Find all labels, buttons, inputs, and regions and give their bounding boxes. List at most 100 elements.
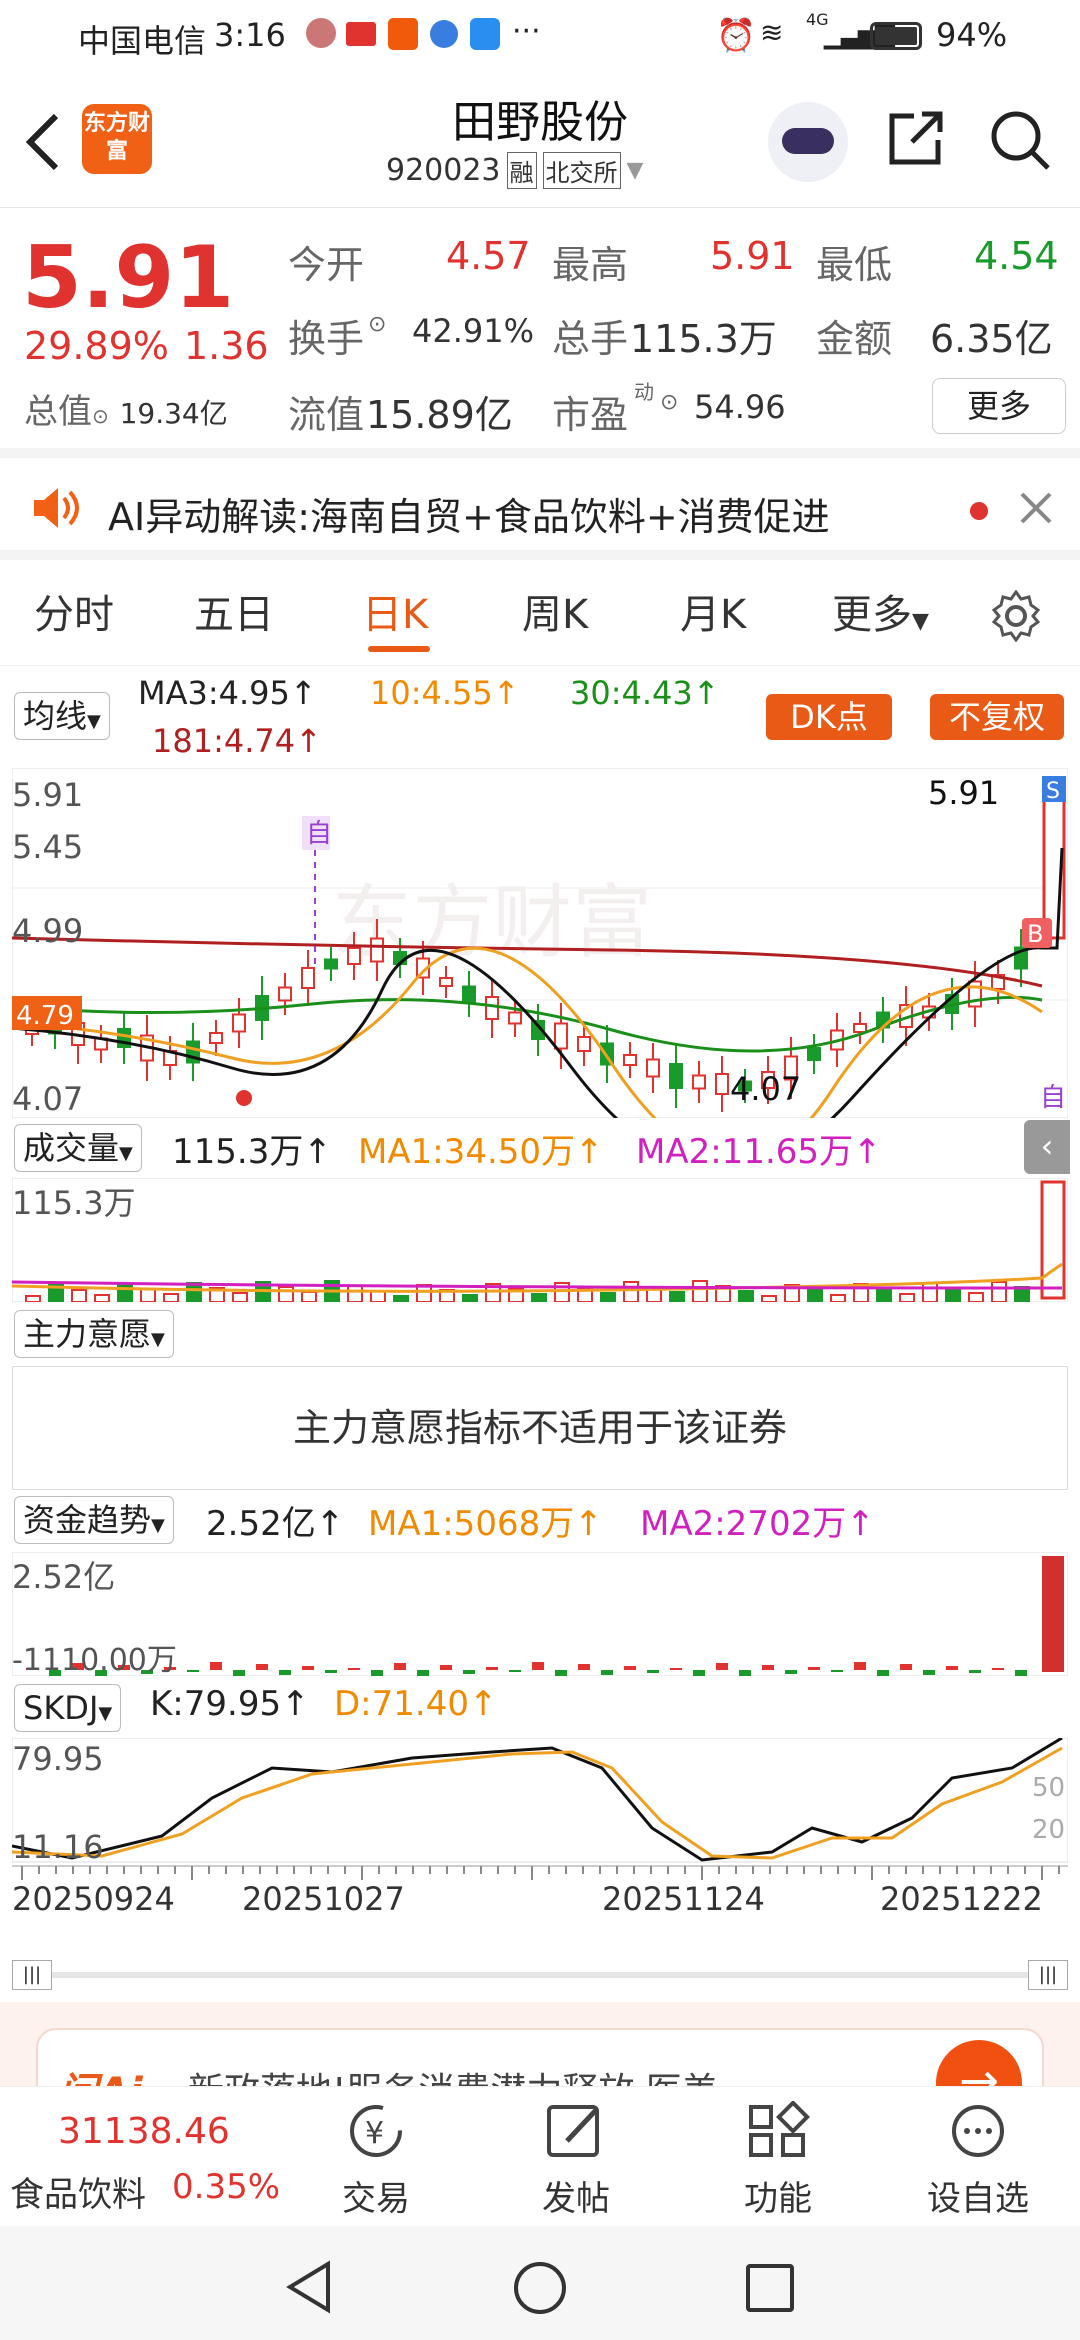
fund-bar bbox=[256, 1664, 268, 1670]
date-label: 20251222 bbox=[880, 1880, 1043, 1918]
volume-bar bbox=[830, 1294, 846, 1302]
dropdown-icon: ▼ bbox=[626, 158, 644, 183]
margin-tag: 融 bbox=[506, 152, 537, 189]
unread-dot bbox=[970, 502, 988, 520]
date-label: 20251027 bbox=[242, 1880, 405, 1918]
collapse-panel-button[interactable]: ‹ bbox=[1024, 1120, 1070, 1174]
more-notifications-icon: ··· bbox=[512, 14, 541, 49]
wifi-icon: ≋ bbox=[760, 16, 784, 49]
low-label: 最低 bbox=[816, 243, 893, 287]
fund-bar bbox=[624, 1666, 636, 1670]
promo-area: 问Ai 新政落地!服务消费潜力释放,医美… → bbox=[0, 2002, 1080, 2086]
indicator-select[interactable]: 均线▼ bbox=[14, 692, 110, 740]
stock-code-row[interactable]: 920023 融 北交所 ▼ bbox=[386, 152, 643, 189]
volume-select[interactable]: 成交量▼ bbox=[14, 1124, 142, 1172]
ai-robot-icon[interactable] bbox=[768, 102, 848, 182]
caret-icon: ▼ bbox=[119, 1143, 133, 1164]
fund-bar bbox=[302, 1666, 314, 1670]
date-label: 20251124 bbox=[602, 1880, 765, 1918]
share-icon[interactable] bbox=[884, 108, 946, 170]
main-force-message: 主力意愿指标不适用于该证券 bbox=[12, 1366, 1068, 1490]
stock-code: 920023 bbox=[386, 153, 501, 188]
info-icon: ⊙ bbox=[92, 404, 109, 428]
volume-bar bbox=[600, 1292, 616, 1302]
tab-more[interactable]: 更多▼ bbox=[832, 582, 929, 640]
tab-five-day[interactable]: 五日 bbox=[194, 582, 274, 640]
tab-intraday[interactable]: 分时 bbox=[34, 582, 114, 640]
range-slider[interactable]: ||| ||| bbox=[12, 1960, 1068, 1990]
fund-bar bbox=[923, 1670, 935, 1675]
fund-bar bbox=[532, 1662, 544, 1670]
fund-bar bbox=[785, 1670, 797, 1674]
chevron-left-icon: ‹ bbox=[1040, 1127, 1054, 1165]
more-button[interactable]: 更多 bbox=[932, 378, 1066, 434]
fund-trend-ma2: MA2:2702万↑ bbox=[640, 1504, 875, 1544]
close-icon[interactable] bbox=[1018, 490, 1054, 526]
kline-chart[interactable]: 东方财富 自 4.79 S B 自 5.91 5.45 4.99 4.07 5.… bbox=[12, 768, 1068, 1118]
main-force-select[interactable]: 主力意愿▼ bbox=[14, 1310, 174, 1358]
fund-bar bbox=[187, 1670, 199, 1672]
dk-button[interactable]: DK点 bbox=[766, 694, 892, 740]
volume-bar bbox=[163, 1293, 179, 1302]
skdj-select[interactable]: SKDJ▼ bbox=[14, 1684, 122, 1732]
ai-banner-text: AI异动解读:海南自贸+食品饮料+消费促进 bbox=[108, 495, 830, 539]
volume-bar bbox=[462, 1294, 478, 1302]
features-button[interactable]: 功能 bbox=[708, 2100, 848, 2220]
status-bar: 中国电信 3:16 ··· ⏰ ≋ 4G ▁▃▅▇ 94% bbox=[0, 0, 1080, 72]
volume-bar bbox=[278, 1286, 294, 1302]
fund-bar bbox=[371, 1670, 383, 1676]
active-tab-indicator bbox=[368, 646, 430, 652]
nav-recents-icon[interactable] bbox=[744, 2262, 796, 2314]
stock-detail-page: { "status_bar":{"carrier":"中国电信","time":… bbox=[0, 0, 1080, 2340]
nav-back-icon[interactable] bbox=[284, 2260, 334, 2314]
back-icon[interactable] bbox=[22, 110, 62, 174]
volume-value: 115.3万↑ bbox=[172, 1132, 332, 1172]
slider-handle-right[interactable]: ||| bbox=[1028, 1960, 1068, 1990]
add-watchlist-button[interactable]: 设自选 bbox=[908, 2101, 1048, 2220]
amount-value: 6.35亿 bbox=[930, 317, 1053, 361]
fund-trend-ma1: MA1:5068万↑ bbox=[368, 1504, 603, 1544]
nav-home-icon[interactable] bbox=[512, 2260, 568, 2316]
fund-bar bbox=[279, 1670, 291, 1675]
skdj-level-50: 50 bbox=[1032, 1773, 1065, 1803]
slider-handle-left[interactable]: ||| bbox=[12, 1960, 52, 1990]
mktcap-label: 总值 bbox=[24, 392, 92, 432]
volume-bar bbox=[623, 1281, 639, 1302]
index-value[interactable]: 31138.46 bbox=[58, 2111, 230, 2152]
tab-weekly-k[interactable]: 周K bbox=[522, 582, 588, 640]
fund-bar bbox=[670, 1668, 682, 1670]
battery-icon bbox=[870, 22, 922, 50]
adjust-button[interactable]: 不复权 bbox=[930, 694, 1064, 740]
fund-bar bbox=[463, 1670, 475, 1674]
carrier: 中国电信 bbox=[78, 22, 207, 60]
skdj-min-tick: 11.16 bbox=[12, 1828, 104, 1866]
volume-chart: 115.3万 bbox=[12, 1178, 1068, 1302]
watchlist-label: 设自选 bbox=[927, 2179, 1029, 2219]
volume-bar bbox=[25, 1295, 41, 1302]
trade-button[interactable]: ¥ 交易 bbox=[306, 2101, 446, 2220]
fund-bar bbox=[808, 1667, 820, 1670]
more-circle-icon bbox=[952, 2105, 1004, 2157]
slider-track bbox=[12, 1972, 1068, 1978]
yuan-cycle-icon: ¥ bbox=[350, 2105, 402, 2157]
marker-zi-bottom: 自 bbox=[1040, 1083, 1066, 1113]
tab-monthly-k[interactable]: 月K bbox=[680, 582, 746, 640]
fund-trend-select[interactable]: 资金趋势▼ bbox=[14, 1496, 174, 1544]
ma3-label: MA3:4.95↑ bbox=[138, 674, 317, 712]
tab-daily-k[interactable]: 日K bbox=[362, 582, 428, 640]
promo-card[interactable]: 问Ai 新政落地!服务消费潜力释放,医美… → bbox=[36, 2028, 1044, 2086]
arrow-right-icon[interactable]: → bbox=[936, 2040, 1022, 2086]
sector-name[interactable]: 食品饮料 bbox=[10, 2167, 146, 2216]
fund-bar bbox=[325, 1670, 337, 1673]
quote-panel: 5.91 29.89% 1.36 总值⊙ 19.34亿 今开 4.57 最高 5… bbox=[0, 208, 1080, 458]
post-button[interactable]: 发帖 bbox=[506, 2101, 646, 2220]
settings-icon[interactable] bbox=[990, 590, 1042, 642]
search-icon[interactable] bbox=[988, 108, 1052, 172]
svg-text:¥: ¥ bbox=[365, 2116, 384, 2151]
skdj-k: K:79.95↑ bbox=[150, 1684, 310, 1724]
fund-bar bbox=[762, 1665, 774, 1670]
fund-max-tick: 2.52亿 bbox=[12, 1558, 115, 1596]
ai-banner[interactable]: AI异动解读:海南自贸+食品饮料+消费促进 bbox=[0, 458, 1080, 560]
alarm-icon: ⏰ bbox=[716, 16, 756, 54]
promo-logo: 问Ai bbox=[58, 2060, 143, 2086]
